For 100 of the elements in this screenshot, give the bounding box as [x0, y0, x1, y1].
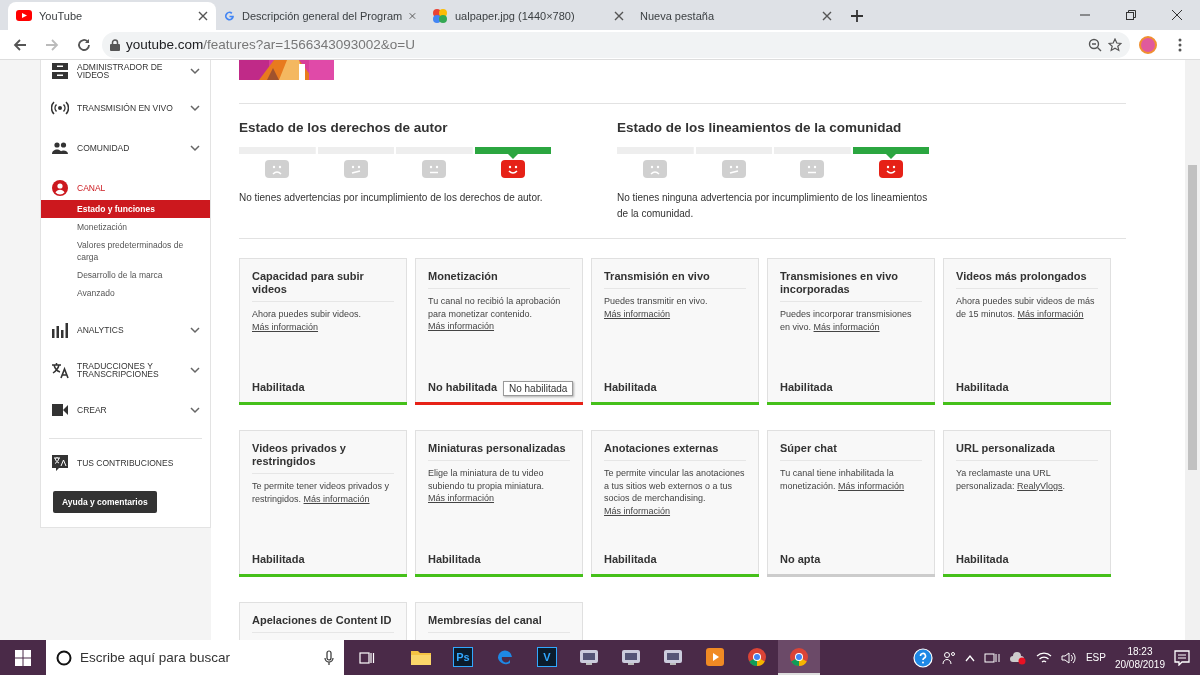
card-title: Miniaturas personalizadas	[428, 431, 570, 461]
account-icon	[51, 179, 69, 197]
lock-icon	[110, 38, 120, 51]
people-icon[interactable]	[941, 650, 956, 665]
new-tab-icon[interactable]	[850, 9, 864, 23]
close-icon[interactable]	[1172, 10, 1182, 20]
more-info-link[interactable]: Más información	[428, 321, 495, 331]
help-icon[interactable]	[912, 647, 933, 668]
more-info-link[interactable]: Más información	[428, 493, 495, 503]
status-label: Habilitada	[428, 553, 481, 567]
help-button[interactable]: Ayuda y comentarios	[53, 491, 157, 513]
folder-icon[interactable]	[411, 648, 431, 665]
tooltip: No habilitada	[503, 381, 574, 396]
card-title: Anotaciones externas	[604, 431, 746, 461]
browser-tab[interactable]: ualpaper.jpg (1440×780)	[424, 2, 632, 30]
sidebar-subitem[interactable]: Valores predeterminados de carga	[41, 236, 210, 266]
back-arrow-icon[interactable]	[12, 36, 28, 53]
card-title: Súper chat	[780, 431, 922, 461]
sidebar-item[interactable]: TRADUCCIONES Y TRANSCRIPCIONES	[41, 350, 210, 390]
more-info-link[interactable]: Más información	[303, 493, 370, 504]
microphone-icon[interactable]	[324, 649, 334, 666]
chevron-down-icon[interactable]	[190, 365, 200, 375]
sidebar-subitem[interactable]: Avanzado	[41, 284, 210, 302]
clock-date[interactable]: 20/08/2019	[1114, 657, 1165, 671]
chevron-down-icon[interactable]	[190, 143, 200, 153]
taskbar-search-field[interactable]: Escribe aquí para buscar	[46, 640, 344, 675]
status-label: No habilitada	[428, 381, 498, 395]
app-icon[interactable]	[621, 647, 641, 666]
sidebar-subitem[interactable]: Desarrollo de la marca	[41, 266, 210, 284]
avatar[interactable]	[1139, 35, 1157, 54]
reload-icon[interactable]	[76, 36, 92, 53]
more-info-link[interactable]: Más información	[604, 505, 671, 516]
address-bar[interactable]: youtube.com/features?ar=1566343093002&o=U	[102, 31, 1130, 58]
app-icon[interactable]	[663, 647, 683, 666]
close-icon[interactable]	[822, 11, 832, 21]
app-icon[interactable]: V	[537, 646, 557, 667]
status-message: No tienes advertencias por incumplimiento de los derechos de autor.	[239, 191, 544, 205]
app-icon[interactable]: Ps	[453, 646, 473, 667]
chevron-up-icon[interactable]	[964, 653, 975, 662]
translate-bubble-icon	[51, 454, 69, 472]
pinwheel-icon	[432, 8, 448, 24]
more-info-link[interactable]: Más información	[1017, 308, 1084, 319]
chrome-logo-icon[interactable]	[789, 646, 809, 667]
card-title: Transmisiones en vivo incorporadas	[780, 259, 922, 302]
browser-tab[interactable]: Descripción general del Program	[216, 2, 424, 30]
chevron-down-icon[interactable]	[190, 103, 200, 113]
more-info-link[interactable]: RealyVlogs	[1017, 480, 1063, 491]
card-title: Apelaciones de Content ID	[252, 603, 394, 633]
restore-icon[interactable]	[1126, 10, 1136, 20]
card-description: Tu canal tiene inhabilitada la monetización. Más información	[780, 467, 906, 492]
sidebar-item[interactable]: CREAR	[41, 390, 210, 430]
speaker-icon[interactable]	[1060, 650, 1077, 665]
card-title: Videos más prolongados	[956, 259, 1098, 289]
sidebar-subitem[interactable]: Monetización	[41, 218, 210, 236]
card-description: Puedes transmitir en vivo. Más información	[604, 295, 709, 320]
browser-tab[interactable]: YouTube	[8, 2, 216, 30]
sidebar-item[interactable]: COMUNIDAD	[41, 128, 210, 168]
close-icon[interactable]	[198, 11, 208, 21]
media-player-icon[interactable]	[706, 647, 724, 666]
more-info-link[interactable]: Más información	[838, 480, 905, 491]
sidebar-subitem[interactable]: Estado y funciones	[41, 200, 210, 218]
youtube-logo-icon	[16, 8, 32, 24]
wifi-icon[interactable]	[1035, 650, 1052, 665]
windows-logo-icon[interactable]	[15, 649, 31, 666]
notification-icon[interactable]	[1174, 649, 1190, 666]
chevron-down-icon[interactable]	[190, 325, 200, 335]
chevron-down-icon[interactable]	[190, 405, 200, 415]
language-indicator[interactable]: ESP	[1085, 652, 1106, 663]
card-description: Ahora puedes subir videos de más de 15 minutos. Más información	[956, 295, 1096, 320]
browser-tab[interactable]: Nueva pestaña	[632, 2, 840, 30]
card-title: Capacidad para subir videos	[252, 259, 394, 302]
card-description: Te permite tener videos privados y restringidos. Más información	[252, 480, 391, 505]
status-label: Habilitada	[956, 553, 1009, 567]
scrollbar[interactable]	[1185, 60, 1200, 640]
status-label: No apta	[780, 553, 821, 567]
card-description: Tu canal no recibió la aprobación para monetizar contenido. Más información	[428, 295, 562, 333]
sidebar-item[interactable]: TRANSMISIÓN EN VIVO	[41, 88, 210, 128]
video-camera-icon	[51, 401, 69, 419]
sidebar-item[interactable]: ADMINISTRADOR DE VIDEOS	[41, 60, 210, 82]
broadcast-icon	[51, 99, 69, 117]
star-icon[interactable]	[1108, 37, 1122, 52]
status-label: Habilitada	[956, 381, 1009, 395]
zoom-out-icon[interactable]	[1088, 37, 1102, 52]
chevron-down-icon[interactable]	[190, 66, 200, 76]
app-icon[interactable]	[579, 647, 599, 666]
people-icon	[51, 139, 69, 157]
network-icon[interactable]	[983, 650, 1000, 665]
more-info-link[interactable]: Más información	[813, 321, 880, 332]
cloud-icon[interactable]	[1008, 650, 1027, 665]
sidebar-item[interactable]: ANALYTICS	[41, 310, 210, 350]
more-info-link[interactable]: Más información	[604, 308, 671, 319]
clock-time[interactable]: 18:23	[1127, 644, 1153, 658]
sidebar-item[interactable]: TUS CONTRIBUCIONES	[41, 443, 210, 483]
card-title: Videos privados y restringidos	[252, 431, 394, 474]
close-icon[interactable]	[614, 11, 624, 21]
chrome-logo-icon[interactable]	[747, 646, 767, 667]
menu-icon[interactable]	[1178, 37, 1182, 52]
task-view-icon[interactable]	[359, 649, 375, 666]
more-info-link[interactable]: Más información	[252, 321, 319, 332]
scrollbar-thumb[interactable]	[1188, 165, 1197, 470]
